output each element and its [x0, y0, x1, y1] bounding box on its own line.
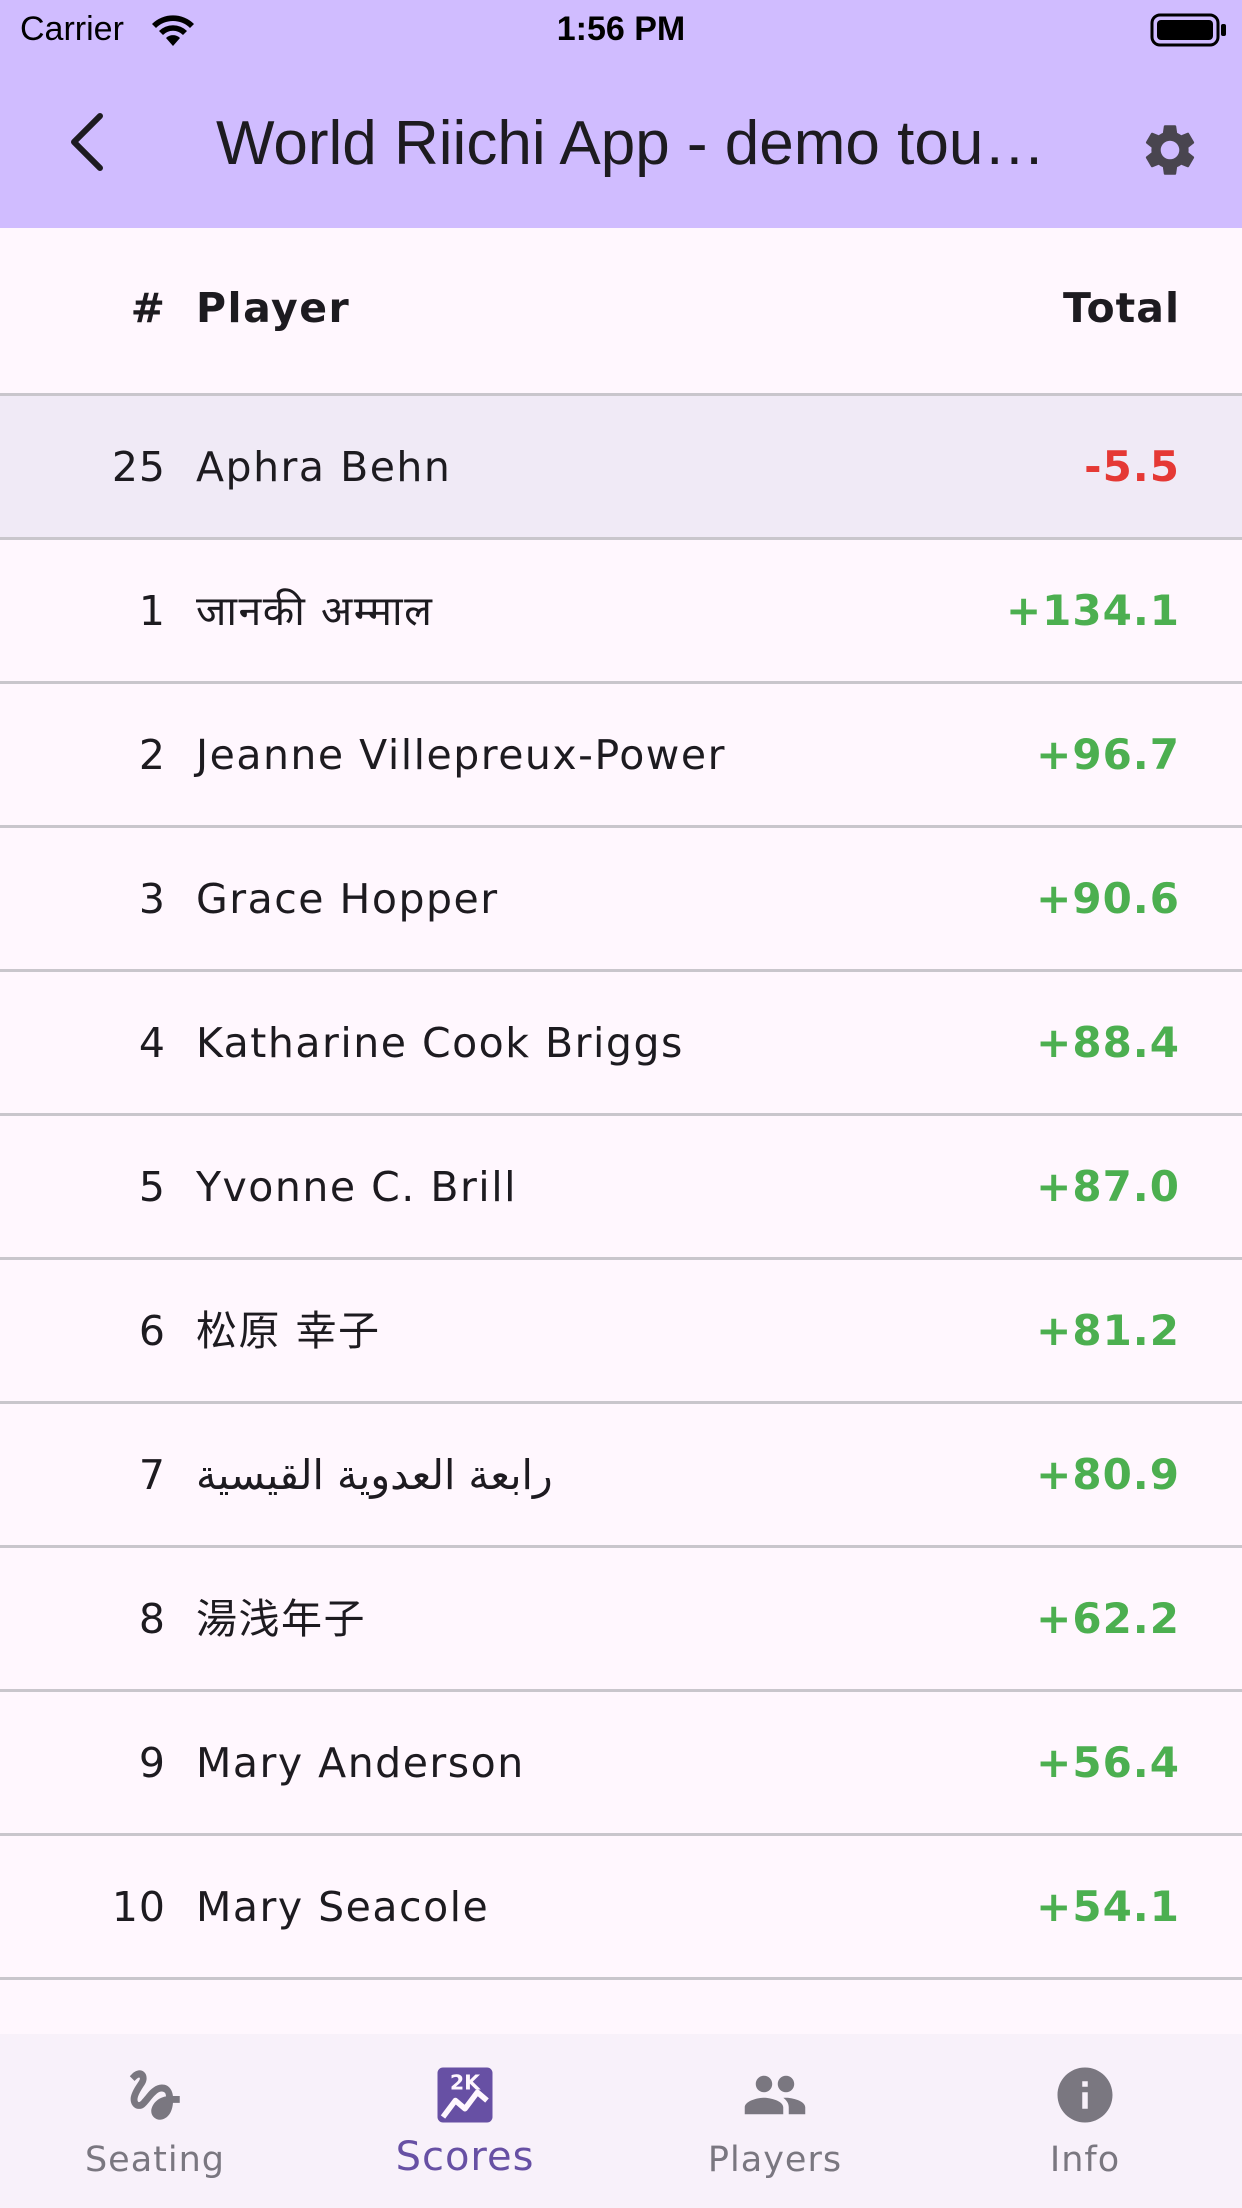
- seat-icon: [129, 2070, 180, 2120]
- row-player: Yvonne C. Brill: [196, 1163, 517, 1211]
- table-row[interactable]: 6 松原 幸子 +81.2: [0, 1260, 1242, 1404]
- row-total: +54.1: [1036, 1882, 1180, 1931]
- table-row[interactable]: 3 Grace Hopper +90.6: [0, 828, 1242, 972]
- row-total: +81.2: [1036, 1306, 1180, 1355]
- table-row[interactable]: 4 Katharine Cook Briggs +88.4: [0, 972, 1242, 1116]
- row-rank: 9: [138, 1739, 166, 1787]
- gear-icon: [1145, 125, 1195, 175]
- row-rank: 25: [111, 443, 166, 491]
- row-player: जानकी अम्माल: [196, 587, 434, 635]
- table-row[interactable]: 7 رابعة العدوية القيسية +80.9: [0, 1404, 1242, 1548]
- scores-table: # Player Total 25 Aphra Behn -5.5 1 जानक…: [0, 228, 1242, 1980]
- row-player: 湯浅年子: [196, 1595, 366, 1643]
- nav-tab-info[interactable]: Info: [930, 2034, 1240, 2208]
- row-rank: 1: [138, 587, 166, 635]
- row-player: Mary Anderson: [196, 1739, 525, 1787]
- row-player: Grace Hopper: [196, 875, 499, 923]
- row-rank: 4: [138, 1019, 166, 1067]
- row-total: +62.2: [1036, 1594, 1180, 1643]
- nav-label-info: Info: [1049, 2140, 1121, 2180]
- row-total: -5.5: [1084, 442, 1180, 491]
- table-header: # Player Total: [0, 228, 1242, 396]
- row-total: +134.1: [1005, 586, 1180, 635]
- row-player: 松原 幸子: [196, 1307, 381, 1355]
- row-rank: 3: [138, 875, 166, 923]
- row-total: +56.4: [1036, 1738, 1180, 1787]
- people-icon: [744, 2075, 806, 2115]
- row-total: +87.0: [1036, 1162, 1180, 1211]
- table-row[interactable]: 8 湯浅年子 +62.2: [0, 1548, 1242, 1692]
- page-title: World Riichi App - demo tournament: [216, 109, 1046, 178]
- row-rank: 2: [138, 731, 166, 779]
- nav-label-scores: Scores: [395, 2134, 535, 2180]
- row-player: Mary Seacole: [196, 1883, 490, 1931]
- back-button[interactable]: [48, 104, 124, 180]
- row-rank: 10: [111, 1883, 166, 1931]
- row-rank: 6: [138, 1307, 166, 1355]
- app-bar: World Riichi App - demo tournament: [0, 64, 1242, 228]
- header-total: Total: [1062, 284, 1180, 332]
- row-player: Jeanne Villepreux-Power: [196, 731, 726, 779]
- row-player: Katharine Cook Briggs: [196, 1019, 684, 1067]
- nav-tab-seating[interactable]: Seating: [0, 2034, 310, 2208]
- row-rank: 5: [138, 1163, 166, 1211]
- table-row[interactable]: 9 Mary Anderson +56.4: [0, 1692, 1242, 1836]
- bottom-navigation: Seating 2K Scores Players Info: [0, 2034, 1242, 2208]
- scores-icon: 2K: [437, 2067, 493, 2123]
- table-row[interactable]: 10 Mary Seacole +54.1: [0, 1836, 1242, 1980]
- row-total: +80.9: [1036, 1450, 1180, 1499]
- table-row[interactable]: 1 जानकी अम्माल +134.1: [0, 540, 1242, 684]
- row-total: +96.7: [1036, 730, 1180, 779]
- info-icon: [1057, 2067, 1113, 2123]
- battery-icon: [1150, 13, 1226, 47]
- settings-button[interactable]: [1130, 110, 1210, 190]
- table-row[interactable]: 2 Jeanne Villepreux-Power +96.7: [0, 684, 1242, 828]
- chevron-left-icon: [71, 113, 103, 171]
- row-total: +90.6: [1036, 874, 1180, 923]
- nav-tab-players[interactable]: Players: [620, 2034, 930, 2208]
- nav-label-players: Players: [707, 2140, 843, 2180]
- table-row-highlighted[interactable]: 25 Aphra Behn -5.5: [0, 396, 1242, 540]
- status-bar: Carrier 1:56 PM: [0, 0, 1242, 64]
- row-player: رابعة العدوية القيسية: [196, 1451, 553, 1499]
- row-total: +88.4: [1036, 1018, 1180, 1067]
- row-rank: 8: [138, 1595, 166, 1643]
- nav-tab-scores[interactable]: 2K Scores: [310, 2034, 620, 2208]
- header-rank: #: [130, 284, 166, 332]
- status-time: 1:56 PM: [556, 10, 686, 48]
- row-rank: 7: [138, 1451, 166, 1499]
- header-player: Player: [196, 284, 351, 332]
- table-row[interactable]: 5 Yvonne C. Brill +87.0: [0, 1116, 1242, 1260]
- row-player: Aphra Behn: [196, 443, 452, 491]
- nav-label-seating: Seating: [84, 2140, 226, 2180]
